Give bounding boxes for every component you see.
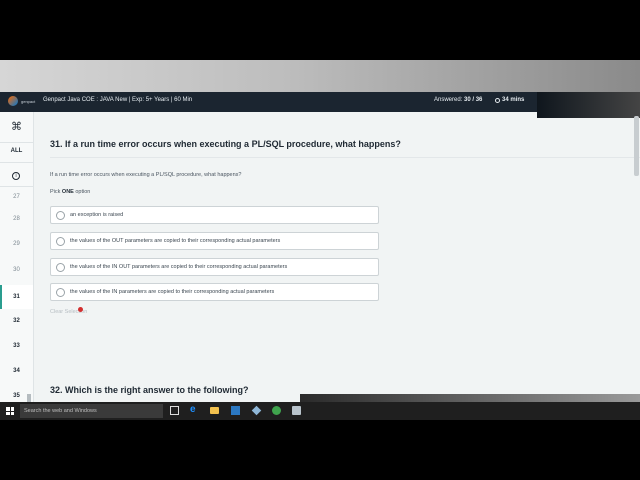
chrome-browser-icon[interactable] — [272, 406, 281, 415]
answer-option-label: the values of the OUT parameters are cop… — [70, 238, 281, 244]
sidebar-question-29[interactable]: 29 — [0, 237, 33, 251]
logo-text: genpact — [21, 98, 36, 104]
answer-option-label: the values of the IN parameters are copi… — [70, 289, 275, 295]
edge-browser-icon[interactable]: e — [190, 404, 196, 415]
screen: genpact Genpact Java COE : JAVA New | Ex… — [0, 60, 640, 420]
document-app-icon[interactable] — [292, 406, 301, 415]
pick-prefix: Pick — [50, 189, 61, 195]
radio-button[interactable] — [56, 211, 65, 220]
sidebar-question-31[interactable]: 31 — [0, 285, 33, 309]
sidebar-question-27[interactable]: 27 — [0, 191, 33, 203]
timer: 34 mins — [495, 97, 524, 103]
app-cube-icon[interactable] — [251, 405, 262, 416]
task-view-icon[interactable] — [170, 406, 179, 415]
store-icon[interactable] — [231, 406, 240, 415]
answered-counter: Answered: 30 / 36 — [434, 97, 482, 103]
title-divider — [50, 157, 640, 158]
answered-value: 30 / 36 — [464, 97, 483, 103]
top-header-bar: genpact Genpact Java COE : JAVA New | Ex… — [0, 92, 537, 112]
question-title: 31. If a run time error occurs when exec… — [50, 139, 401, 149]
sidebar-question-34[interactable]: 34 — [0, 364, 33, 378]
answer-option-4[interactable]: the values of the IN parameters are copi… — [50, 283, 379, 301]
sidebar-divider — [0, 142, 33, 143]
command-icon[interactable]: ⌘ — [0, 120, 33, 133]
sidebar-divider — [0, 186, 33, 187]
answered-label: Answered: — [434, 97, 463, 103]
test-title: Genpact Java COE : JAVA New | Exp: 5+ Ye… — [43, 97, 193, 103]
file-explorer-icon[interactable] — [210, 407, 219, 414]
logo-mark-icon — [8, 96, 18, 106]
screen-top-fade — [0, 60, 640, 92]
question-panel: 31. If a run time error occurs when exec… — [33, 112, 640, 420]
answer-option-2[interactable]: the values of the OUT parameters are cop… — [50, 232, 379, 250]
radio-button[interactable] — [56, 237, 65, 246]
windows-taskbar: Search the web and Windows e — [0, 402, 640, 420]
radio-button[interactable] — [56, 263, 65, 272]
answer-option-3[interactable]: the values of the IN OUT parameters are … — [50, 258, 379, 276]
sidebar-question-32[interactable]: 32 — [0, 314, 33, 328]
sidebar-question-30[interactable]: 30 — [0, 263, 33, 277]
answer-option-label: an exception is raised — [70, 212, 124, 218]
answer-option-label: the values of the IN OUT parameters are … — [70, 264, 288, 270]
sidebar-question-33[interactable]: 33 — [0, 339, 33, 353]
pick-instruction: Pick ONE option — [50, 189, 90, 195]
genpact-logo: genpact — [8, 96, 35, 106]
taskbar-search-placeholder: Search the web and Windows — [24, 408, 97, 414]
windows-start-icon[interactable] — [6, 407, 14, 415]
radio-button[interactable] — [56, 288, 65, 297]
sidebar-divider — [0, 162, 33, 163]
timer-value: 34 mins — [502, 97, 525, 103]
question-sidebar: ⌘ ALL i 27 28 29 30 31 32 33 34 35 — [0, 112, 34, 420]
sidebar-question-28[interactable]: 28 — [0, 212, 33, 226]
next-question-title: 32. Which is the right answer to the fol… — [50, 385, 249, 395]
mouse-cursor-icon — [78, 307, 83, 312]
answer-option-1[interactable]: an exception is raised — [50, 206, 379, 224]
taskbar-search-box[interactable]: Search the web and Windows — [20, 404, 163, 418]
clock-icon — [495, 97, 500, 103]
sidebar-all-filter[interactable]: ALL — [0, 148, 33, 154]
main-scrollbar[interactable] — [634, 116, 639, 176]
info-icon[interactable]: i — [12, 172, 20, 180]
pick-count: ONE — [61, 189, 74, 195]
pick-suffix: option — [75, 189, 91, 195]
question-text: If a run time error occurs when executin… — [50, 172, 242, 178]
